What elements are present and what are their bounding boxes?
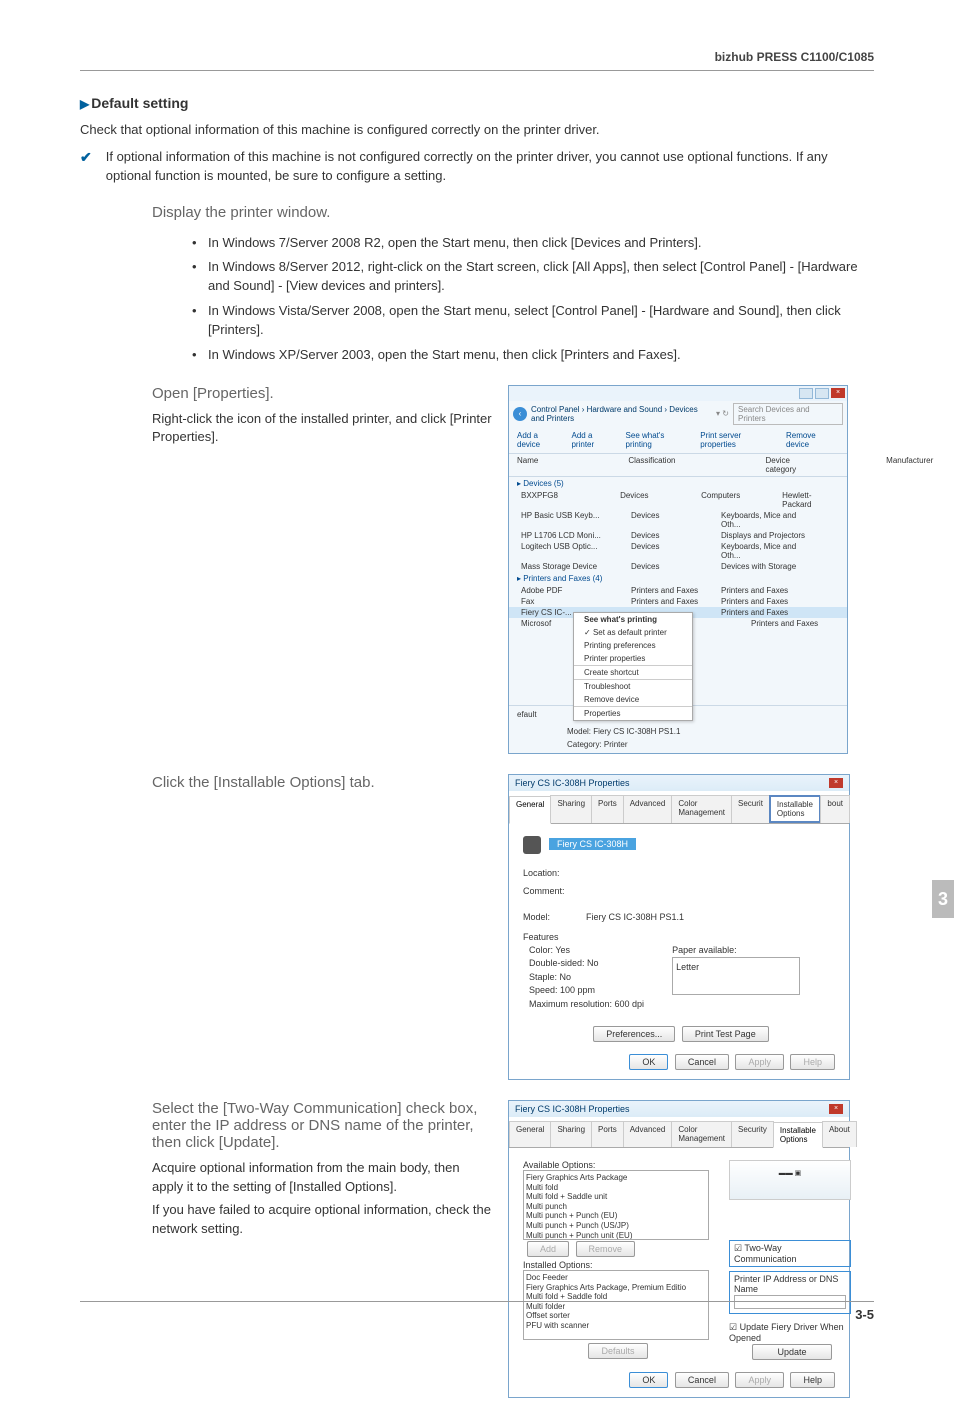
ctx-props2[interactable]: Properties <box>574 707 692 720</box>
chapter-tab: 3 <box>932 880 954 918</box>
testpage-button[interactable]: Print Test Page <box>682 1026 769 1042</box>
ctx-prefs[interactable]: Printing preferences <box>574 639 692 652</box>
section-title: ▶Default setting <box>80 95 874 111</box>
update-button[interactable]: Update <box>752 1344 831 1360</box>
tab-installable[interactable]: Installable Options <box>769 795 822 823</box>
context-menu[interactable]: See what's printing ✓ Set as default pri… <box>573 612 693 721</box>
installed-options-list[interactable]: Doc Feeder Fiery Graphics Arts Package, … <box>523 1270 709 1340</box>
ctx-remove[interactable]: Remove device <box>574 693 692 706</box>
location-field[interactable] <box>586 868 835 878</box>
update-driver-checkbox[interactable]: Update Fiery Driver When Opened <box>729 1322 844 1343</box>
comment-field[interactable] <box>586 886 835 896</box>
tab-advanced[interactable]: Advanced <box>623 795 673 823</box>
step4-title: Select the [Two-Way Communication] check… <box>152 1100 492 1151</box>
properties-installable-dialog: Fiery CS IC-308H Properties× General Sha… <box>508 1100 850 1398</box>
defaults-button[interactable]: Defaults <box>588 1343 647 1359</box>
ok-button[interactable]: OK <box>629 1372 668 1388</box>
step4-d2: If you have failed to acquire optional i… <box>152 1201 492 1239</box>
group-printers[interactable]: ▸ Printers and Faxes (4) <box>509 572 847 585</box>
tab-about[interactable]: About <box>822 1121 857 1147</box>
group-devices[interactable]: ▸ Devices (5) <box>509 477 847 490</box>
dialog-tabs[interactable]: General Sharing Ports Advanced Color Man… <box>509 1121 849 1148</box>
ok-button[interactable]: OK <box>629 1054 668 1070</box>
add-button[interactable]: Add <box>527 1241 569 1257</box>
tab-general[interactable]: General <box>509 796 551 824</box>
step2-title: Open [Properties]. <box>152 385 492 402</box>
tab-advanced[interactable]: Advanced <box>623 1121 673 1147</box>
checkmark-icon: ✔ <box>80 148 92 168</box>
intro-text: Check that optional information of this … <box>80 121 874 140</box>
search-input[interactable]: Search Devices and Printers <box>733 403 843 425</box>
printer-name-field[interactable]: Fiery CS IC-308H <box>549 838 636 850</box>
back-icon[interactable]: ‹ <box>513 407 527 421</box>
col-cat[interactable]: Device category <box>765 456 796 474</box>
step4-d1: Acquire optional information from the ma… <box>152 1159 492 1197</box>
step2-desc: Right-click the icon of the installed pr… <box>152 410 492 448</box>
tb-add-device[interactable]: Add a device <box>517 431 561 449</box>
arrow-icon: ▶ <box>80 97 89 111</box>
step3-title: Click the [Installable Options] tab. <box>152 774 492 791</box>
remove-button[interactable]: Remove <box>576 1241 636 1257</box>
col-name[interactable]: Name <box>517 456 538 474</box>
step1-b1: In Windows 7/Server 2008 R2, open the St… <box>192 234 874 253</box>
properties-general-dialog: Fiery CS IC-308H Properties× General Sha… <box>508 774 850 1081</box>
preferences-button[interactable]: Preferences... <box>593 1026 675 1042</box>
step1-title: Display the printer window. <box>152 204 874 221</box>
tab-color[interactable]: Color Management <box>671 1121 732 1147</box>
close-icon[interactable]: × <box>831 388 845 398</box>
close-icon[interactable]: × <box>829 778 843 788</box>
available-options-list[interactable]: Fiery Graphics Arts Package Multi fold M… <box>523 1170 709 1240</box>
cancel-button[interactable]: Cancel <box>675 1372 729 1388</box>
tab-color[interactable]: Color Management <box>671 795 732 823</box>
tab-installable[interactable]: Installable Options <box>773 1122 823 1148</box>
tab-security[interactable]: Securit <box>731 795 770 823</box>
ctx-default[interactable]: ✓ Set as default printer <box>574 626 692 639</box>
tb-see-printing[interactable]: See what's printing <box>626 431 691 449</box>
page-header: bizhub PRESS C1100/C1085 <box>80 50 874 71</box>
ip-address-field[interactable] <box>734 1295 846 1309</box>
tb-print-server[interactable]: Print server properties <box>700 431 776 449</box>
step1-b2: In Windows 8/Server 2012, right-click on… <box>192 258 874 296</box>
breadcrumb[interactable]: Control Panel › Hardware and Sound › Dev… <box>531 405 712 423</box>
step1-b4: In Windows XP/Server 2003, open the Star… <box>192 346 874 365</box>
tab-ports[interactable]: Ports <box>591 795 624 823</box>
printer-preview: ▬▬ ▣ <box>729 1160 851 1200</box>
ctx-properties[interactable]: Printer properties <box>574 652 692 665</box>
close-icon[interactable]: × <box>829 1104 843 1114</box>
tab-sharing[interactable]: Sharing <box>550 795 592 823</box>
col-class[interactable]: Classification <box>628 456 675 474</box>
ctx-shortcut[interactable]: Create shortcut <box>574 666 692 679</box>
tb-add-printer[interactable]: Add a printer <box>571 431 615 449</box>
tab-about[interactable]: bout <box>820 795 850 823</box>
tb-remove[interactable]: Remove device <box>786 431 839 449</box>
apply-button[interactable]: Apply <box>735 1054 784 1070</box>
dialog-tabs[interactable]: General Sharing Ports Advanced Color Man… <box>509 795 849 824</box>
two-way-checkbox[interactable]: ☑ Two-Way Communication <box>729 1240 851 1267</box>
devices-printers-window: × ‹ Control Panel › Hardware and Sound ›… <box>508 385 848 754</box>
ctx-see-printing[interactable]: See what's printing <box>574 613 692 626</box>
tab-security[interactable]: Security <box>731 1121 774 1147</box>
cancel-button[interactable]: Cancel <box>675 1054 729 1070</box>
tab-ports[interactable]: Ports <box>591 1121 624 1147</box>
paper-list[interactable]: Letter <box>672 957 800 995</box>
page-number: 3-5 <box>855 1307 874 1322</box>
note-text: If optional information of this machine … <box>106 148 874 186</box>
help-button[interactable]: Help <box>790 1054 835 1070</box>
help-button[interactable]: Help <box>790 1372 835 1388</box>
col-manuf[interactable]: Manufacturer <box>886 456 933 474</box>
apply-button[interactable]: Apply <box>735 1372 784 1388</box>
ctx-troubleshoot[interactable]: Troubleshoot <box>574 680 692 693</box>
tab-general[interactable]: General <box>509 1121 551 1147</box>
tab-sharing[interactable]: Sharing <box>550 1121 592 1147</box>
step1-b3: In Windows Vista/Server 2008, open the S… <box>192 302 874 340</box>
